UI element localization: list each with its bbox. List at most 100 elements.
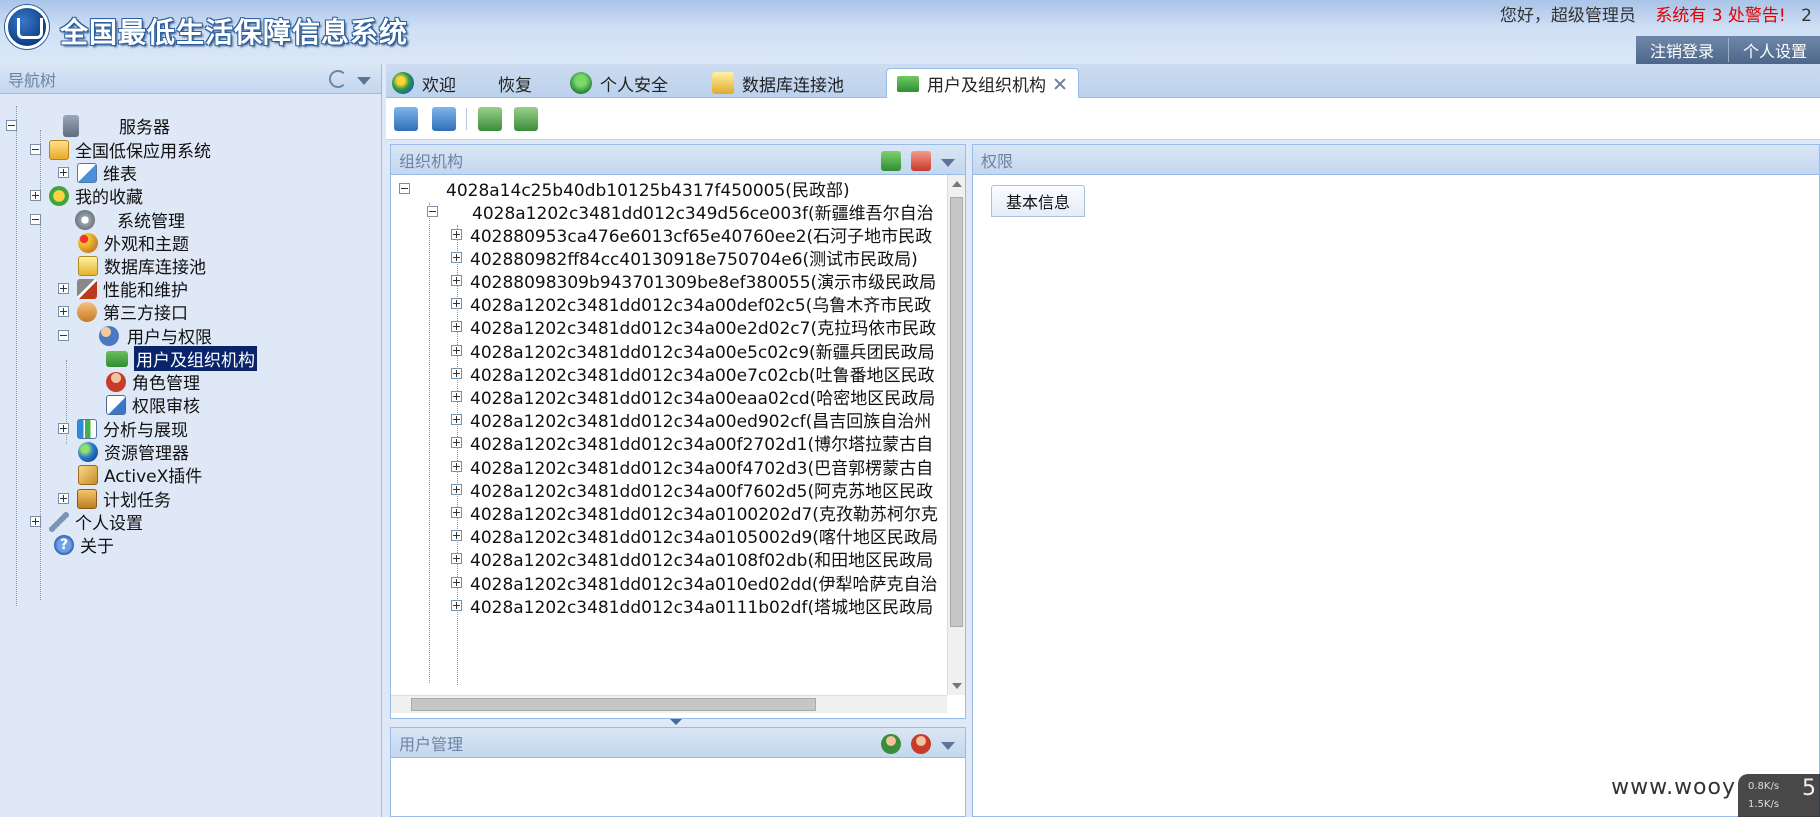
org-node-root[interactable]: 4028a14c25b40db10125b4317f450005(民政部) [399, 176, 850, 201]
org-tree-row[interactable]: 402880982ff84cc40130918e750704e6(测试市民政局) [451, 245, 918, 270]
org-tree-row[interactable]: 4028a1202c3481dd012c34a00f4702d3(巴音郭楞蒙古自 [451, 454, 933, 479]
tree-node-users-permissions[interactable]: 用户与权限 [58, 323, 212, 348]
tree-node-favorites[interactable]: 我的收藏 [30, 183, 143, 208]
expand-icon[interactable] [58, 283, 69, 294]
expand-icon[interactable] [58, 423, 69, 434]
user-panel: 用户管理 [390, 727, 966, 817]
expand-icon[interactable] [451, 321, 462, 333]
system-warning-link[interactable]: 系统有 3 处警告! [1655, 6, 1785, 26]
tab-db-pool[interactable]: 数据库连接池 [712, 68, 844, 98]
chevron-down-icon[interactable] [357, 76, 371, 85]
panel-splitter[interactable] [390, 719, 966, 727]
expand-icon[interactable] [451, 483, 462, 495]
tree-node-role-management[interactable]: 角色管理 [106, 369, 200, 394]
tree-node-about[interactable]: ? 关于 [54, 532, 114, 557]
collapse-icon[interactable] [30, 214, 41, 225]
org-tree-row[interactable]: 40288098309b943701309be8ef380055(演示市级民政局 [451, 268, 936, 293]
org-tree-row[interactable]: 4028a1202c3481dd012c34a00e2d02c7(克拉玛依市民政 [451, 315, 936, 339]
collapse-icon[interactable] [30, 144, 41, 155]
org-vertical-scrollbar[interactable] [947, 175, 965, 695]
expand-all-icon[interactable] [394, 107, 418, 131]
expand-icon[interactable] [451, 437, 462, 449]
expand-icon[interactable] [451, 228, 462, 240]
expand-icon[interactable] [58, 493, 69, 504]
expand-icon[interactable] [451, 344, 462, 356]
org-tree-row[interactable]: 4028a1202c3481dd012c34a00f7602d5(阿克苏地区民政 [451, 477, 933, 502]
expand-icon[interactable] [451, 367, 462, 379]
tab-restore[interactable]: 恢复 [498, 68, 532, 98]
tree-node-personal-settings[interactable]: 个人设置 [30, 509, 143, 534]
tree-node-users-orgs[interactable]: 用户及组织机构 [106, 346, 257, 371]
expand-icon[interactable] [30, 516, 41, 527]
org-tree-row[interactable]: 4028a1202c3481dd012c34a0108f02db(和田地区民政局 [451, 547, 933, 571]
org-tree-row[interactable]: 402880953ca476e6013cf65e40760ee2(石河子地市民政 [451, 222, 932, 247]
expand-icon[interactable] [58, 306, 69, 317]
report-icon [77, 162, 97, 183]
org-node-child[interactable]: 4028a1202c3481dd012c349d56ce003f(新疆维吾尔自治 [427, 199, 934, 224]
logout-link[interactable]: 注销登录 [1636, 38, 1728, 62]
expand-icon[interactable] [451, 298, 462, 310]
org-tree-row[interactable]: 4028a1202c3481dd012c34a00ed902cf(昌吉回族自治州 [451, 408, 931, 432]
expand-icon[interactable] [451, 506, 462, 518]
delete-org-icon[interactable] [911, 151, 931, 171]
chevron-down-icon[interactable] [941, 741, 955, 750]
expand-icon[interactable] [30, 190, 41, 201]
export-icon[interactable] [514, 107, 538, 131]
collapse-all-icon[interactable] [432, 107, 456, 131]
tree-node-dimension-table[interactable]: 维表 [58, 160, 137, 185]
network-meter: 0.8K/s 1.5K/s 5 [1738, 774, 1820, 817]
add-user-icon[interactable] [881, 734, 901, 754]
org-tree-row[interactable]: 4028a1202c3481dd012c34a0100202d7(克孜勒苏柯尔克 [451, 500, 938, 525]
tree-node-analysis[interactable]: 分析与展现 [58, 416, 188, 441]
collapse-icon[interactable] [58, 330, 69, 341]
collapse-icon[interactable] [6, 120, 17, 131]
tab-basic-info[interactable]: 基本信息 [991, 185, 1086, 217]
org-tree-row[interactable]: 4028a1202c3481dd012c34a0111b02df(塔城地区民政局 [451, 593, 933, 618]
import-icon[interactable] [478, 107, 502, 131]
users-icon [99, 325, 119, 346]
tree-node-activex[interactable]: ActiveX插件 [78, 462, 202, 487]
tab-welcome[interactable]: 欢迎 [392, 68, 456, 98]
collapse-icon[interactable] [399, 182, 410, 194]
tree-node-system-admin[interactable]: 系统管理 [30, 207, 185, 232]
chevron-down-icon[interactable] [941, 158, 955, 167]
tree-node-appearance[interactable]: 外观和主题 [78, 230, 189, 255]
tree-node-db-pool[interactable]: 数据库连接池 [78, 253, 206, 278]
expand-icon[interactable] [451, 390, 462, 402]
org-tree-row[interactable]: 4028a1202c3481dd012c34a00f2702d1(博尔塔拉蒙古自 [451, 431, 933, 455]
personal-settings-link[interactable]: 个人设置 [1728, 38, 1820, 62]
org-tree-row[interactable]: 4028a1202c3481dd012c34a00e5c02c9(新疆兵团民政局 [451, 338, 935, 363]
tree-node-performance[interactable]: 性能和维护 [58, 276, 188, 301]
tree-node-third-party[interactable]: 第三方接口 [58, 299, 188, 324]
expand-icon[interactable] [451, 599, 462, 611]
expand-icon[interactable] [451, 251, 462, 263]
collapse-icon[interactable] [427, 205, 438, 217]
add-org-icon[interactable] [881, 151, 901, 171]
org-tree-row[interactable]: 4028a1202c3481dd012c34a00e7c02cb(吐鲁番地区民政 [451, 361, 935, 386]
expand-icon[interactable] [58, 167, 69, 178]
org-tree-row[interactable]: 4028a1202c3481dd012c34a0105002d9(喀什地区民政局 [451, 524, 938, 548]
tab-users-orgs[interactable]: 用户及组织机构 [886, 68, 1079, 98]
tree-node-scheduled-tasks[interactable]: 计划任务 [58, 486, 171, 511]
expand-icon[interactable] [451, 414, 462, 426]
org-tree-row[interactable]: 4028a1202c3481dd012c34a00eaa02cd(哈密地区民政局 [451, 384, 935, 409]
close-icon[interactable] [1052, 76, 1068, 92]
app-title: 全国最低生活保障信息系统 [60, 16, 409, 49]
expand-icon[interactable] [451, 553, 462, 565]
server-icon [63, 114, 79, 137]
delete-user-icon[interactable] [911, 734, 931, 754]
org-tree-row[interactable]: 4028a1202c3481dd012c34a00def02c5(乌鲁木齐市民政 [451, 292, 931, 316]
expand-icon[interactable] [451, 576, 462, 588]
org-tree-row[interactable]: 4028a1202c3481dd012c34a010ed02dd(伊犁哈萨克自治 [451, 570, 938, 595]
tree-node-dibao-system[interactable]: 全国低保应用系统 [30, 137, 211, 162]
org-chart-icon [106, 350, 128, 367]
expand-icon[interactable] [451, 274, 462, 286]
tree-node-resource-manager[interactable]: 资源管理器 [78, 439, 189, 464]
refresh-icon[interactable] [329, 70, 347, 88]
expand-icon[interactable] [451, 530, 462, 542]
tree-node-permission-audit[interactable]: 权限审核 [106, 392, 200, 417]
tab-personal-security[interactable]: 个人安全 [570, 68, 668, 98]
tree-node-server[interactable]: 服务器 [6, 113, 170, 138]
org-horizontal-scrollbar[interactable] [391, 695, 947, 713]
expand-icon[interactable] [451, 460, 462, 472]
